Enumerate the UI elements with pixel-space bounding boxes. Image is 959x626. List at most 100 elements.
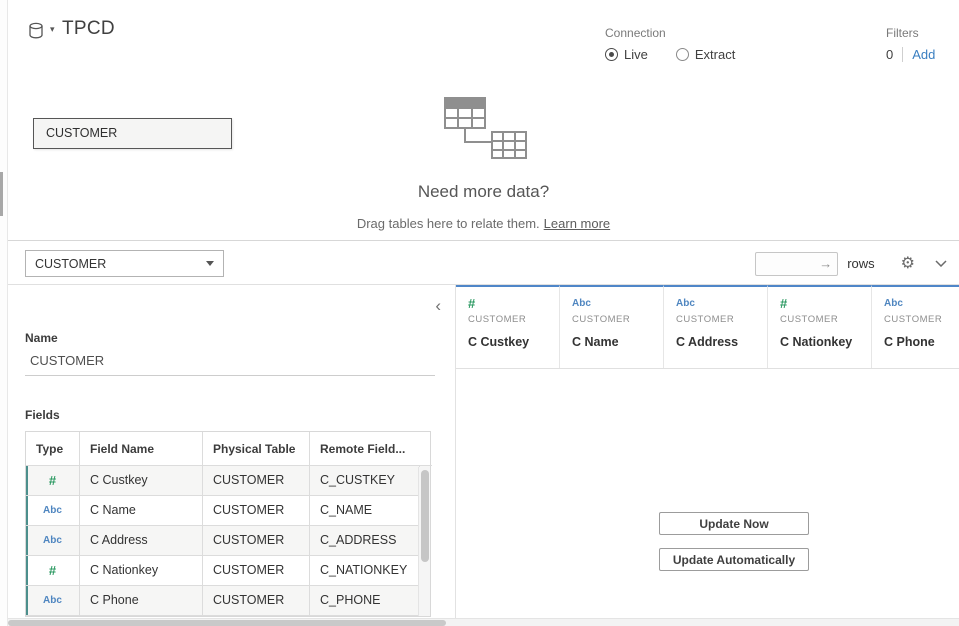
- column-table-name: CUSTOMER: [884, 314, 959, 325]
- filters-add-link[interactable]: Add: [902, 47, 935, 62]
- top-header: ▾ TPCD Connection Live Extract Filters 0…: [8, 0, 959, 90]
- field-row[interactable]: Abc C Name CUSTOMER C_NAME: [26, 496, 430, 526]
- relationship-canvas[interactable]: CUSTOMER Need m: [8, 90, 959, 240]
- fields-table-header: Type Field Name Physical Table Remote Fi…: [26, 432, 430, 466]
- connection-options: Live Extract: [605, 47, 735, 62]
- logical-table-toolbar: CUSTOMER → rows ⚙: [8, 240, 959, 285]
- field-type-number-icon: #: [26, 556, 80, 586]
- field-row[interactable]: Abc C Address CUSTOMER C_ADDRESS: [26, 526, 430, 556]
- fields-scrollbar[interactable]: [418, 467, 430, 616]
- grid-column-header[interactable]: # CUSTOMER C Custkey: [456, 285, 560, 368]
- field-row[interactable]: # C Custkey CUSTOMER C_CUSTKEY: [26, 466, 430, 496]
- field-type-string-icon: Abc: [26, 496, 80, 526]
- radio-extract-label[interactable]: Extract: [695, 47, 735, 62]
- field-type-string-icon: Abc: [884, 296, 959, 311]
- physical-table-cell: CUSTOMER: [203, 586, 310, 616]
- field-type-string-icon: Abc: [676, 296, 755, 311]
- remote-field-cell: C_CUSTKEY: [310, 466, 420, 496]
- radio-extract[interactable]: [676, 48, 689, 61]
- field-type-number-icon: #: [26, 466, 80, 496]
- data-grid-body: Update Now Update Automatically: [456, 369, 959, 617]
- empty-subtitle-text: Drag tables here to relate them.: [357, 216, 540, 231]
- empty-state-title: Need more data?: [8, 182, 959, 202]
- physical-table-cell: CUSTOMER: [203, 496, 310, 526]
- data-grid-panel: # CUSTOMER C Custkey Abc CUSTOMER C Name…: [455, 285, 959, 618]
- radio-live-label[interactable]: Live: [624, 47, 648, 62]
- chevron-down-icon: [206, 261, 214, 266]
- column-table-name: CUSTOMER: [468, 314, 547, 325]
- field-name-cell: C Custkey: [80, 466, 203, 496]
- physical-table-cell: CUSTOMER: [203, 526, 310, 556]
- field-type-string-icon: Abc: [26, 526, 80, 556]
- scrollbar-thumb[interactable]: [421, 470, 429, 562]
- field-type-string-icon: Abc: [572, 296, 651, 311]
- filters-section: Filters 0 Add: [886, 26, 935, 62]
- empty-state-subtitle: Drag tables here to relate them. Learn mo…: [8, 216, 959, 231]
- name-label: Name: [25, 331, 58, 345]
- col-header-type[interactable]: Type: [26, 432, 80, 466]
- tables-illustration: [432, 96, 548, 173]
- field-name-cell: C Nationkey: [80, 556, 203, 586]
- row-limit-box: →: [755, 252, 838, 276]
- left-pane-collapsed-edge[interactable]: [0, 0, 8, 626]
- table-card-customer[interactable]: CUSTOMER: [33, 118, 232, 149]
- scrollbar-thumb[interactable]: [8, 620, 446, 626]
- col-header-physical-table[interactable]: Physical Table: [203, 432, 310, 466]
- gear-icon[interactable]: ⚙: [901, 256, 915, 272]
- field-name-cell: C Name: [80, 496, 203, 526]
- physical-table-cell: CUSTOMER: [203, 556, 310, 586]
- column-table-name: CUSTOMER: [572, 314, 651, 325]
- remote-field-cell: C_ADDRESS: [310, 526, 420, 556]
- grid-column-header[interactable]: # CUSTOMER C Nationkey: [768, 285, 872, 368]
- name-underline: [25, 375, 435, 376]
- column-field-name: C Name: [572, 335, 651, 349]
- filters-count: 0: [886, 47, 893, 62]
- grid-column-header[interactable]: Abc CUSTOMER C Address: [664, 285, 768, 368]
- physical-table-cell: CUSTOMER: [203, 466, 310, 496]
- column-table-name: CUSTOMER: [780, 314, 859, 325]
- grid-column-header[interactable]: Abc CUSTOMER C Phone: [872, 285, 959, 368]
- table-selector-dropdown[interactable]: CUSTOMER: [25, 250, 224, 277]
- chevron-down-icon[interactable]: [935, 260, 947, 267]
- remote-field-cell: C_NATIONKEY: [310, 556, 420, 586]
- learn-more-link[interactable]: Learn more: [544, 216, 610, 231]
- remote-field-cell: C_PHONE: [310, 586, 420, 616]
- col-header-field-name[interactable]: Field Name: [80, 432, 203, 466]
- field-type-string-icon: Abc: [26, 586, 80, 616]
- field-row[interactable]: # C Nationkey CUSTOMER C_NATIONKEY: [26, 556, 430, 586]
- field-type-number-icon: #: [780, 296, 859, 311]
- radio-live[interactable]: [605, 48, 618, 61]
- field-name-cell: C Address: [80, 526, 203, 556]
- field-row[interactable]: Abc C Phone CUSTOMER C_PHONE: [26, 586, 430, 616]
- datasource-title: TPCD: [62, 18, 115, 40]
- arrow-right-icon: →: [819, 256, 832, 271]
- column-field-name: C Address: [676, 335, 755, 349]
- connection-label: Connection: [605, 26, 735, 40]
- fields-label: Fields: [25, 408, 60, 422]
- fields-table: Type Field Name Physical Table Remote Fi…: [25, 431, 431, 617]
- table-selector-value: CUSTOMER: [35, 257, 106, 271]
- column-table-name: CUSTOMER: [676, 314, 755, 325]
- data-grid-header: # CUSTOMER C Custkey Abc CUSTOMER C Name…: [456, 285, 959, 369]
- chevron-down-icon: ▾: [50, 24, 55, 35]
- remote-field-cell: C_NAME: [310, 496, 420, 526]
- datasource-menu[interactable]: ▾: [28, 22, 55, 41]
- grid-column-header[interactable]: Abc CUSTOMER C Name: [560, 285, 664, 368]
- update-automatically-button[interactable]: Update Automatically: [659, 548, 809, 571]
- column-field-name: C Nationkey: [780, 335, 859, 349]
- rows-label: rows: [847, 256, 874, 271]
- column-field-name: C Phone: [884, 335, 959, 349]
- table-details-panel: ‹ Name CUSTOMER Fields Type Field Name P…: [8, 285, 455, 618]
- field-type-number-icon: #: [468, 296, 547, 311]
- tableau-datasource-page: ▾ TPCD Connection Live Extract Filters 0…: [0, 0, 959, 626]
- column-field-name: C Custkey: [468, 335, 547, 349]
- col-header-remote-field[interactable]: Remote Field...: [310, 432, 432, 466]
- database-icon: [28, 22, 48, 41]
- update-now-button[interactable]: Update Now: [659, 512, 809, 535]
- pane-resize-handle[interactable]: [0, 172, 3, 216]
- filters-label: Filters: [886, 26, 935, 40]
- row-limit-group: → rows ⚙: [755, 250, 947, 277]
- horizontal-scrollbar[interactable]: [8, 618, 959, 626]
- name-value[interactable]: CUSTOMER: [30, 353, 104, 368]
- collapse-panel-icon[interactable]: ‹: [435, 297, 441, 314]
